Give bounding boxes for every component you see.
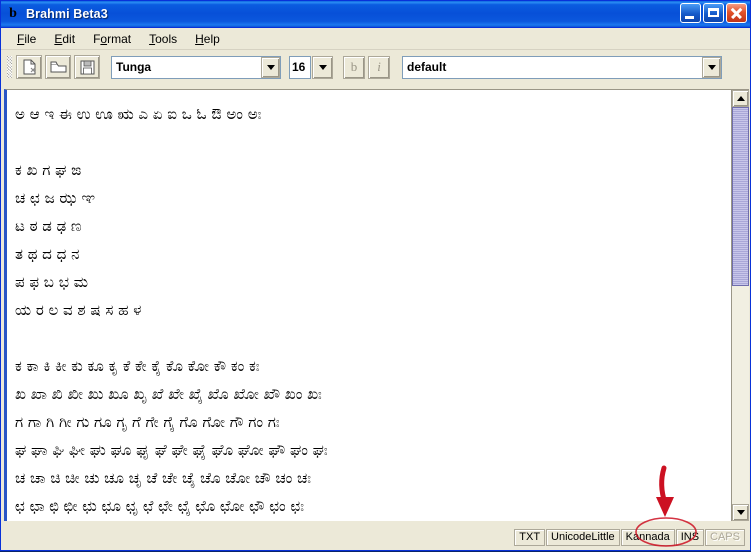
style-value: default [407,60,447,74]
title-bar: b Brahmi Beta3 [1,1,750,28]
toolbar: Tunga 16 b i default [1,50,750,84]
font-family-value: Tunga [116,60,152,74]
text-blank-line [15,324,731,352]
minimize-icon[interactable] [680,3,701,23]
status-cell-txt[interactable]: TXT [514,528,546,546]
close-icon[interactable] [726,3,747,23]
text-line: ಛ ಛಾ ಛಿ ಛೀ ಛು ಛೂ ಛೃ ಛೆ ಛೇ ಛೈ ಛೊ ಛೋ ಛೌ ಛಂ… [15,497,304,515]
toolbar-grip[interactable] [7,56,12,78]
open-folder-icon[interactable] [45,55,71,79]
text-line: ಅ ಆ ಇ ಈ ಉ ಊ ಋ ಎ ಏ ಐ ಒ ಓ ಔ ಅಂ ಅಃ [15,105,262,123]
application-window: b Brahmi Beta3 File Edit Format Tools He… [0,0,751,551]
window-controls [680,3,747,23]
bold-button[interactable]: b [343,55,365,79]
text-line: ಚ ಚಾ ಚಿ ಚೀ ಚು ಚೂ ಚೃ ಚೆ ಚೇ ಚೈ ಚೊ ಚೋ ಚೌ ಚಂ… [15,469,312,487]
italic-button[interactable]: i [368,55,390,79]
menu-tools[interactable]: Tools [140,30,186,48]
menu-bar: File Edit Format Tools Help [1,28,750,50]
scroll-up-arrow-icon[interactable] [732,90,749,107]
status-cell-caps: CAPS [705,528,745,546]
style-dropdown[interactable]: default [402,55,722,79]
font-family-chevron-down-icon[interactable] [261,56,280,78]
text-line: ತ ಥ ದ ಧ ನ [15,245,80,263]
menu-help-label: elp [203,31,220,46]
app-logo-b-icon: b [9,6,17,21]
text-line: ಖ ಖಾ ಖಿ ಖೀ ಖು ಖೂ ಖೃ ಖೆ ಖೇ ಖೈ ಖೊ ಖೋ ಖೌ ಖಂ… [15,385,322,403]
text-line: ಪ ಫ ಬ ಭ ಮ [15,273,88,291]
menu-file-label: ile [24,31,37,46]
new-document-icon[interactable] [16,55,42,79]
text-blank-line [15,128,731,156]
vertical-scrollbar[interactable] [731,90,749,521]
text-line: ಯ ರ ಲ ವ ಶ ಷ ಸ ಹ ಳ [15,301,142,319]
text-line: ಕ ಖ ಗ ಘ ಙ [15,161,82,179]
menu-tools-label: ools [155,31,178,46]
save-floppy-icon[interactable] [74,55,100,79]
maximize-icon[interactable] [703,3,724,23]
scroll-down-arrow-icon[interactable] [732,504,749,521]
text-line: ಗ ಗಾ ಗಿ ಗೀ ಗು ಗೂ ಗೃ ಗೆ ಗೇ ಗೈ ಗೊ ಗೋ ಗೌ ಗಂ… [15,413,280,431]
text-line: ಟ ಠ ಡ ಢ ಣ [15,217,82,235]
menu-help[interactable]: Help [186,30,229,48]
font-family-dropdown[interactable]: Tunga [111,55,281,79]
menu-edit[interactable]: Edit [45,30,84,48]
text-input[interactable]: ಅ ಆ ಇ ಈ ಉ ಊ ಋ ಎ ಏ ಐ ಒ ಓ ಔ ಅಂ ಅಃ ಕ ಖ ಗ ಘ ಙ… [7,90,731,521]
scrollbar-track[interactable] [732,107,749,504]
text-line: ಕ ಕಾ ಕಿ ಕೀ ಕು ಕೂ ಕೃ ಕೆ ಕೇ ಕೈ ಕೊ ಕೋ ಕೌ ಕಂ… [15,357,260,375]
menu-edit-label: dit [62,31,76,46]
menu-file[interactable]: File [8,30,45,48]
editor-area: ಅ ಆ ಇ ಈ ಉ ಊ ಋ ಎ ಏ ಐ ಒ ಓ ಔ ಅಂ ಅಃ ಕ ಖ ಗ ಘ ಙ… [4,89,749,521]
menu-format-label: rmat [107,31,132,46]
style-chevron-down-icon[interactable] [702,56,721,78]
window-title: Brahmi Beta3 [26,7,108,21]
status-bar: TXT UnicodeLittle Kannada INS CAPS [3,526,749,548]
text-line: ಘ ಘಾ ಘಿ ಘೀ ಘು ಘೂ ಘೃ ಘೆ ಘೇ ಘೈ ಘೊ ಘೋ ಘೌ ಘಂ… [15,441,328,459]
status-cell-unicodelittle[interactable]: UnicodeLittle [546,528,620,546]
font-size-chevron-down-icon[interactable] [312,55,333,79]
status-cell-kannada[interactable]: Kannada [620,528,675,546]
font-size-value: 16 [292,60,306,74]
status-cell-ins[interactable]: INS [675,528,705,546]
text-line: ಚ ಛ ಜ ಝ ಞ [15,189,96,207]
font-size-field[interactable]: 16 [289,55,311,79]
scrollbar-thumb[interactable] [732,107,749,286]
menu-format[interactable]: Format [84,30,140,48]
